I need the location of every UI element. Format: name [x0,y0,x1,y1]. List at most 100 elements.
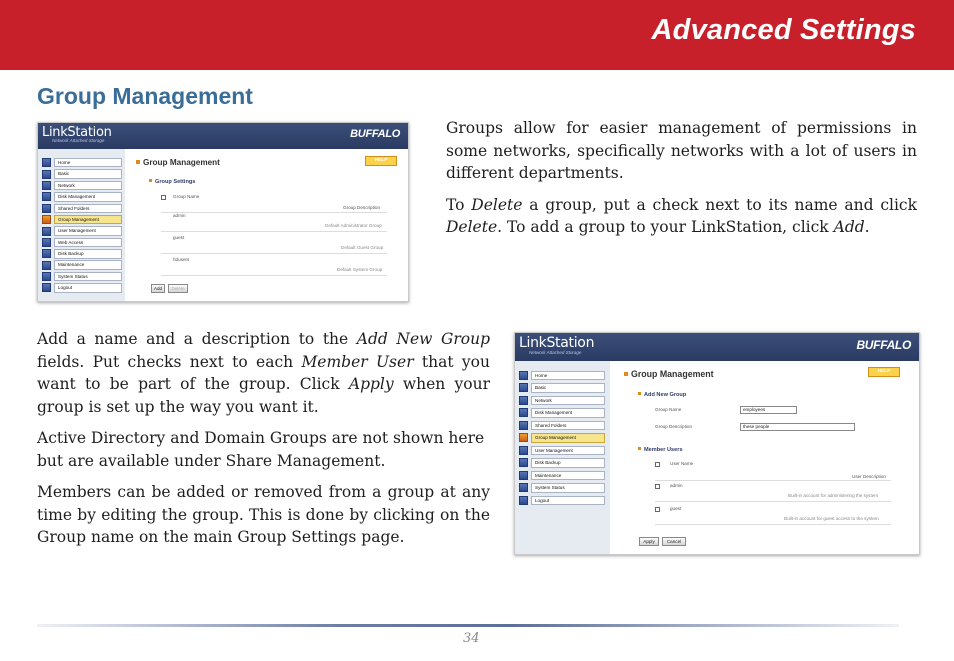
sidebar-item-icon [42,180,51,190]
add-button[interactable]: Add [151,284,165,293]
sidebar-item-icon [42,169,51,179]
sidebar-item-label: Disk Management [54,192,122,202]
screenshot-sidebar: Home Basic Network Disk Management Shared Fo… [38,149,125,301]
sidebar-item-label: Maintenance [531,470,605,480]
row-divider [161,212,387,213]
sidebar-item[interactable]: Home [42,157,122,168]
buffalo-logo: BUFFALO [350,128,400,140]
sidebar-item[interactable]: System Status [519,482,605,495]
user-row-name: admin [670,483,683,488]
sidebar-item[interactable]: Network [519,394,605,407]
select-all-users-checkbox[interactable] [655,462,660,467]
sidebar-item-icon [42,272,51,282]
group-row-name[interactable]: hdusers [173,257,189,262]
group-name-input[interactable]: employees [740,406,797,414]
page-title: Group Management [136,158,220,167]
member-users-heading: Member Users [638,447,683,453]
sidebar-item-label: Group Management [54,214,122,225]
sidebar-item[interactable]: Web Access [42,237,122,248]
screenshot-main: Group Management HELP Group Settings Gro… [125,149,408,301]
row-divider [161,231,387,232]
user-row-name: guest [670,506,682,511]
group-row-name[interactable]: guest [173,235,184,240]
sidebar-item[interactable]: Shared Folders [519,419,605,432]
linkstation-logo-subtitle: Network Attached Storage [529,350,582,355]
sidebar-item-icon [42,237,51,247]
sidebar-item-label: System Status [531,483,605,493]
group-row-description: Default System Group [337,267,383,272]
instructions-text: Add a name and a description to the Add … [37,328,490,558]
sidebar-item[interactable]: Maintenance [42,260,122,271]
sidebar-item-icon [519,395,528,405]
buffalo-logo: BUFFALO [856,338,911,352]
group-name-label: Group Name [655,407,682,412]
row-divider [655,524,891,525]
group-description-input[interactable]: these people [740,423,855,431]
user-checkbox[interactable] [655,484,660,489]
sidebar-item-label: System Status [54,271,122,282]
group-row-name[interactable]: admin [173,213,186,218]
user-checkbox[interactable] [655,507,660,512]
screenshot-main: Group Management HELP Add New Group Grou… [610,361,919,554]
sidebar-item[interactable]: Home [519,369,605,382]
sidebar-item[interactable]: Group Management [519,432,605,445]
group-settings-heading: Group Settings [149,179,195,185]
sidebar-item[interactable]: Disk Backup [519,457,605,470]
sidebar-item-label: User Management [531,445,605,455]
sidebar-item[interactable]: Basic [519,382,605,395]
sidebar-item[interactable]: Basic [42,168,122,179]
column-group-description: Group Description [343,205,381,210]
sidebar-item[interactable]: Network [42,180,122,191]
instructions-paragraph-2: Active Directory and Domain Groups are n… [37,429,485,470]
instructions-paragraph-1: Add a name and a description to the Add … [37,330,490,416]
sidebar-item[interactable]: Logout [42,282,122,293]
sidebar-item-label: Web Access [54,237,122,248]
sidebar-item-icon [519,370,528,380]
help-button[interactable]: HELP [365,156,397,166]
sidebar-item-icon [42,226,51,236]
sidebar-item-icon [519,483,528,493]
sidebar-item-icon [519,458,528,468]
page-title: Group Management [624,369,714,379]
sidebar-item-icon [42,203,51,213]
sidebar-item[interactable]: System Status [42,271,122,282]
sidebar-item[interactable]: Logout [519,494,605,507]
sidebar-item-icon [42,215,51,225]
intro-paragraph-1: Groups allow for easier management of pe… [446,119,917,182]
sidebar-item[interactable]: Disk Backup [42,248,122,259]
add-new-group-heading: Add New Group [638,392,686,398]
group-description-label: Group Description [655,424,693,429]
help-button[interactable]: HELP [868,367,900,377]
row-divider [161,253,387,254]
sidebar-nav: Home Basic Network Disk Management Shared Fo… [519,369,605,507]
sidebar-item-icon [519,433,528,443]
delete-button[interactable]: Delete [168,284,188,293]
select-all-checkbox[interactable] [161,195,166,200]
sidebar-item[interactable]: Shared Folders [42,203,122,214]
sidebar-item-label: Home [531,370,605,380]
column-user-name: User Name [670,461,694,466]
sidebar-item-label: Network [54,180,122,191]
sidebar-item-label: User Management [54,226,122,236]
sidebar-item-icon [42,249,51,259]
instructions-paragraph-3: Members can be added or removed from a g… [37,483,490,546]
cancel-button[interactable]: Cancel [662,537,686,546]
sidebar-item[interactable]: Disk Management [519,407,605,420]
sidebar-item[interactable]: User Management [42,225,122,236]
sidebar-item[interactable]: Maintenance [519,469,605,482]
sidebar-item-label: Disk Management [531,408,605,418]
row-divider [161,275,387,276]
sidebar-item[interactable]: Disk Management [42,191,122,202]
linkstation-logo-subtitle: Network Attached Storage [52,138,105,143]
sidebar-item-label: Shared Folders [531,420,605,430]
sidebar-item-label: Group Management [531,433,605,443]
sidebar-item[interactable]: Group Management [42,214,122,225]
sidebar-item-icon [42,283,51,293]
sidebar-item-label: Network [531,395,605,405]
footer-divider [37,624,899,627]
sidebar-item-label: Maintenance [54,260,122,270]
apply-button[interactable]: Apply [639,537,659,546]
sidebar-item[interactable]: User Management [519,444,605,457]
page-number: 34 [463,631,480,646]
sidebar-item-label: Logout [531,495,605,505]
